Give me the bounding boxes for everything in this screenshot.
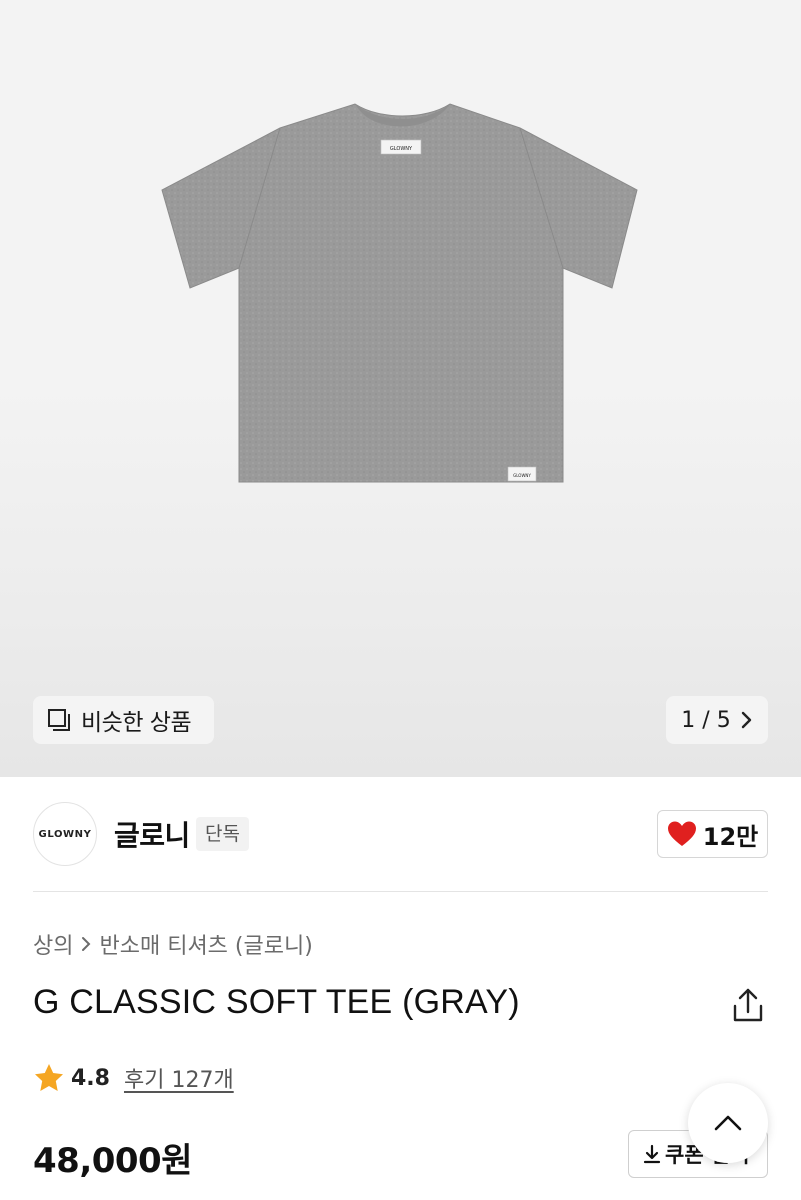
product-title: G CLASSIC SOFT TEE (GRAY) bbox=[33, 983, 520, 1021]
star-icon bbox=[35, 1064, 63, 1091]
chevron-right-icon bbox=[82, 937, 91, 951]
scroll-to-top-button[interactable] bbox=[688, 1083, 768, 1163]
like-button[interactable]: 12만 bbox=[657, 810, 768, 858]
pager-count: 1 / 5 bbox=[681, 707, 731, 733]
rating-row: 4.8 후기 127개 bbox=[33, 1062, 234, 1094]
chevron-up-icon bbox=[714, 1115, 742, 1131]
rating-score: 4.8 bbox=[71, 1065, 110, 1091]
divider bbox=[33, 891, 768, 892]
similar-products-label: 비슷한 상품 bbox=[81, 710, 192, 736]
breadcrumb-item-category[interactable]: 상의 bbox=[33, 928, 73, 960]
heart-icon bbox=[667, 821, 696, 846]
exclusive-badge: 단독 bbox=[196, 817, 249, 851]
share-button[interactable] bbox=[730, 986, 766, 1026]
like-count: 12만 bbox=[702, 822, 759, 851]
chevron-right-icon bbox=[741, 711, 751, 729]
reviews-link[interactable]: 후기 127개 bbox=[124, 1062, 234, 1094]
similar-products-button[interactable]: 비슷한 상품 bbox=[33, 696, 214, 744]
brand-name[interactable]: 글로니 bbox=[114, 814, 190, 854]
product-image: GLOWNY GLOWNY bbox=[161, 103, 638, 483]
breadcrumb-item-subcategory[interactable]: 반소매 티셔츠 (글로니) bbox=[99, 928, 312, 960]
product-price: 48,000원 bbox=[33, 1141, 192, 1181]
product-image-gallery[interactable]: GLOWNY GLOWNY 비슷한 상품 1 / 5 bbox=[0, 0, 801, 777]
svg-text:GLOWNY: GLOWNY bbox=[390, 146, 413, 152]
share-icon bbox=[733, 988, 763, 1022]
svg-text:GLOWNY: GLOWNY bbox=[513, 473, 531, 478]
breadcrumb: 상의 반소매 티셔츠 (글로니) bbox=[33, 928, 313, 960]
brand-logo[interactable]: GLOWNY bbox=[33, 802, 97, 866]
image-pager[interactable]: 1 / 5 bbox=[666, 696, 768, 744]
squares-icon bbox=[48, 709, 70, 731]
download-icon bbox=[643, 1144, 661, 1164]
brand-logo-text: GLOWNY bbox=[38, 828, 92, 840]
